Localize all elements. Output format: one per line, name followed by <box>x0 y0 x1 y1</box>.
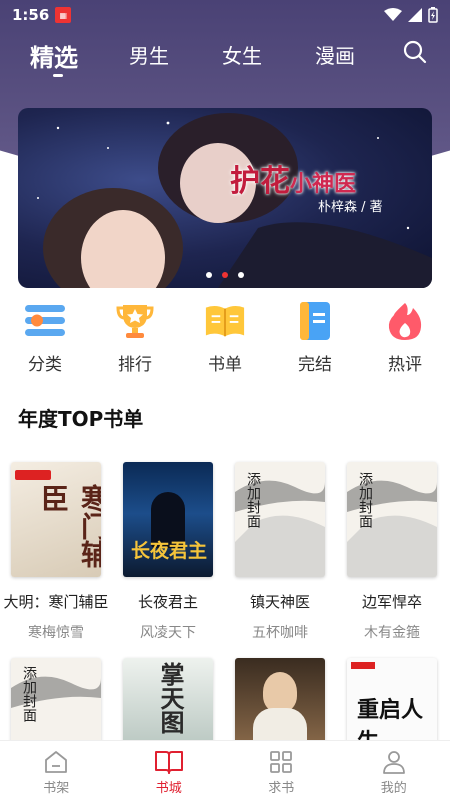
category-label: 书单 <box>208 355 242 375</box>
category-label: 热评 <box>388 355 422 375</box>
category-classify[interactable]: 分类 <box>0 300 90 380</box>
section-title: 年度TOP书单 <box>18 407 144 431</box>
nav-label: 我的 <box>380 781 407 796</box>
book-author: 寒梅惊雪 <box>28 625 84 641</box>
book-author: 风凌天下 <box>140 625 196 641</box>
open-book-icon <box>154 751 183 774</box>
tab-featured[interactable]: 精选 <box>30 38 78 73</box>
book-item[interactable]: 重启人生 <box>336 658 448 748</box>
book-item[interactable]: 添加封面 边军悍卒 木有金箍 <box>336 462 448 642</box>
tab-comics[interactable]: 漫画 <box>315 40 355 69</box>
book-cover <box>235 658 325 748</box>
book-item[interactable]: 寒门辅臣 大明：寒门辅臣 寒梅惊雪 <box>0 462 112 642</box>
book-cover: 寒门辅臣 <box>11 462 101 577</box>
banner-author: 朴梓森 / 著 <box>318 200 383 215</box>
category-label: 分类 <box>28 355 62 375</box>
list-icon <box>24 300 66 342</box>
flame-icon <box>384 300 426 342</box>
notebook-icon <box>294 300 336 342</box>
carousel-dot[interactable] <box>238 272 244 278</box>
battery-icon <box>428 7 438 23</box>
category-completed[interactable]: 完结 <box>270 300 360 380</box>
nav-label: 求书 <box>268 781 295 796</box>
nav-label: 书架 <box>43 781 70 796</box>
banner-title: 护花小神医 <box>230 164 357 199</box>
house-icon <box>45 751 68 773</box>
carousel-dot[interactable] <box>206 272 212 278</box>
book-item[interactable]: 添加封面 <box>0 658 112 748</box>
category-shortcuts: 分类 排行 书单 完结 热评 <box>0 300 450 380</box>
book-cover: 添加封面 <box>347 462 437 577</box>
tab-male[interactable]: 男生 <box>129 40 169 69</box>
book-cover: 掌天图 <box>123 658 213 748</box>
nav-profile[interactable]: 我的 <box>338 741 450 800</box>
book-cover: 重启人生 <box>347 658 437 748</box>
active-tab-indicator <box>53 74 63 77</box>
nav-bookshelf[interactable]: 书架 <box>0 741 113 800</box>
status-bar: 1:56 ▦ <box>0 0 450 30</box>
book-item[interactable]: 长夜君主 长夜君主 风凌天下 <box>112 462 224 642</box>
book-cover: 长夜君主 <box>123 462 213 577</box>
book-item[interactable] <box>224 658 336 748</box>
signal-icon <box>408 8 422 22</box>
promo-banner[interactable]: 护花小神医 朴梓森 / 著 <box>18 108 432 288</box>
book-title: 大明：寒门辅臣 <box>3 593 109 611</box>
book-author: 木有金箍 <box>364 625 420 641</box>
carousel-dot-active[interactable] <box>222 272 228 278</box>
book-cover: 添加封面 <box>11 658 101 748</box>
bottom-navigation: 书架 书城 求书 我的 <box>0 740 450 800</box>
tab-female[interactable]: 女生 <box>222 40 262 69</box>
search-icon[interactable] <box>403 40 427 64</box>
status-time: 1:56 <box>12 6 50 24</box>
book-item[interactable]: 添加封面 镇天神医 五杯咖啡 <box>224 462 336 642</box>
book-grid-row-2: 添加封面 掌天图 重启人生 <box>0 658 450 748</box>
grid-icon <box>270 751 293 773</box>
category-ranking[interactable]: 排行 <box>90 300 180 380</box>
book-cover: 添加封面 <box>235 462 325 577</box>
carousel-dots <box>206 272 244 278</box>
book-open-icon <box>204 300 246 342</box>
book-title: 边军悍卒 <box>361 593 422 611</box>
category-booklist[interactable]: 书单 <box>180 300 270 380</box>
top-tabs: 精选 男生 女生 漫画 <box>0 34 450 84</box>
person-icon <box>382 751 405 774</box>
nav-request-book[interactable]: 求书 <box>225 741 338 800</box>
wifi-icon <box>384 8 402 21</box>
book-title: 镇天神医 <box>249 593 310 611</box>
category-hot-reviews[interactable]: 热评 <box>360 300 450 380</box>
book-author: 五杯咖啡 <box>252 625 308 641</box>
book-item[interactable]: 掌天图 <box>112 658 224 748</box>
category-label: 完结 <box>298 355 332 375</box>
book-title: 长夜君主 <box>137 593 198 611</box>
category-label: 排行 <box>118 355 152 375</box>
app-notification-icon: ▦ <box>55 7 72 23</box>
nav-bookstore[interactable]: 书城 <box>113 741 226 800</box>
nav-label: 书城 <box>155 781 182 796</box>
book-grid-row-1: 寒门辅臣 大明：寒门辅臣 寒梅惊雪 长夜君主 长夜君主 风凌天下 添加封面 镇天… <box>0 462 450 642</box>
trophy-icon <box>114 300 156 342</box>
